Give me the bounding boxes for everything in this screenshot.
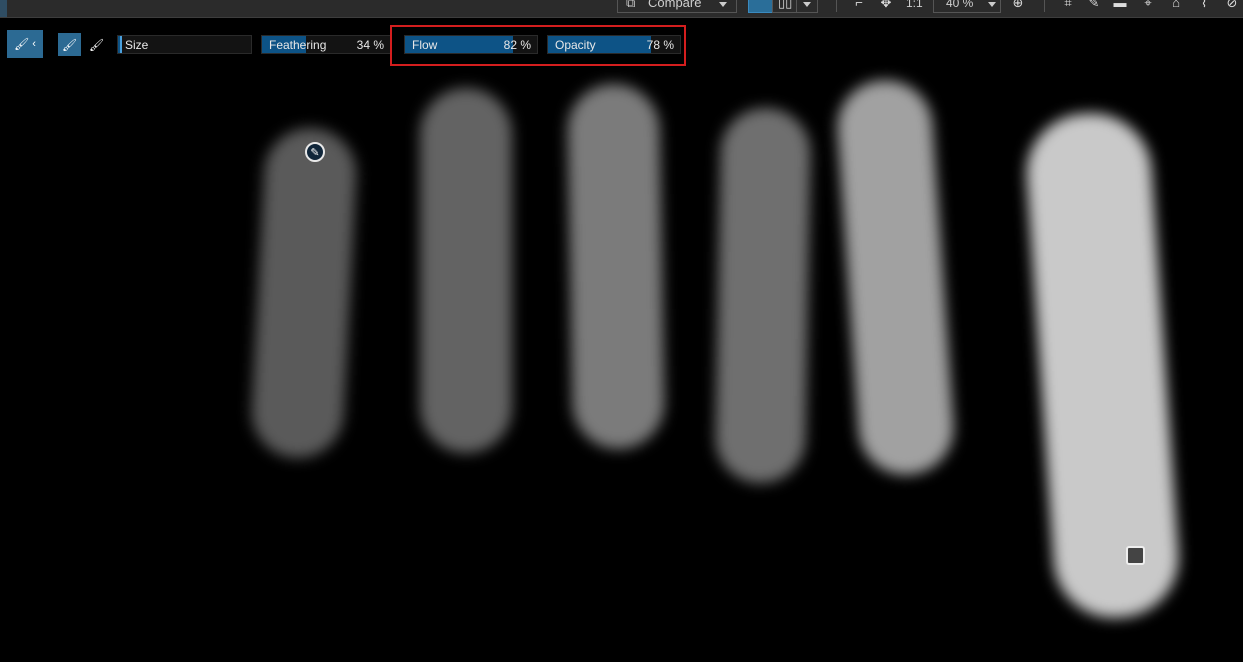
brush-stroke-2 — [420, 88, 512, 453]
chevron-left-icon: ‹ — [32, 38, 36, 50]
image-canvas[interactable] — [0, 68, 1243, 662]
toolbar-divider — [836, 0, 837, 12]
brush-erase-button[interactable]: 🖌 — [85, 33, 108, 56]
lasso-icon[interactable]: ⌇ — [1197, 0, 1211, 9]
eraser-icon[interactable]: ⊘ — [1225, 0, 1239, 9]
brush-cursor-icon: ✎ — [305, 142, 325, 162]
brush-stroke-6 — [1022, 109, 1183, 622]
mask-pin-icon[interactable] — [1126, 546, 1145, 565]
brush-stroke-4 — [714, 107, 812, 484]
node-icon[interactable]: ⌖ — [1141, 0, 1155, 9]
brush-stroke-1 — [249, 125, 359, 461]
polygon-icon[interactable]: ⌂ — [1169, 0, 1183, 9]
crop-icon[interactable]: ⌗ — [1061, 0, 1075, 9]
compare-button[interactable]: ⧉ Compare — [617, 0, 737, 13]
feathering-slider[interactable]: Feathering 34 % — [261, 35, 391, 54]
feathering-value: 34 % — [356, 38, 384, 52]
feathering-label: Feathering — [269, 38, 327, 52]
top-toolbar: ⧉ Compare ▯▯ ⌐ ✥ 1:1 40 % ⊕ ⌗ ✎ ▬ ⌖ ⌂ ⌇ … — [0, 0, 1243, 18]
size-slider-marker[interactable] — [120, 36, 122, 53]
chevron-down-icon — [803, 2, 811, 7]
pan-icon[interactable]: ✥ — [879, 0, 893, 9]
toolbar-accent — [0, 0, 7, 17]
pen-icon[interactable]: ✎ — [1087, 0, 1101, 9]
zoom-select[interactable]: 40 % — [933, 0, 1001, 13]
size-label: Size — [125, 38, 149, 52]
compare-label: Compare — [648, 0, 702, 10]
split-view-button[interactable]: ▯▯ — [772, 0, 798, 13]
brush-erase-icon: 🖌 — [88, 37, 105, 52]
compare-dropdown-icon[interactable] — [719, 2, 727, 7]
zoom-value: 40 % — [946, 0, 974, 10]
brush-add-button[interactable]: 🖌 — [58, 33, 81, 56]
brush-icon: 🖌 — [14, 37, 30, 51]
ratio-button[interactable]: 1:1 — [906, 0, 923, 13]
level-icon[interactable]: ▬ — [1113, 0, 1127, 9]
fit-screen-icon[interactable]: ⌐ — [852, 0, 866, 9]
brush-stroke-3 — [566, 83, 666, 450]
split-view-icon: ▯▯ — [778, 0, 793, 10]
flow-opacity-highlight-box — [390, 25, 686, 66]
zoom-dropdown-icon — [988, 2, 996, 7]
size-slider[interactable]: Size — [117, 35, 252, 54]
toolbar-divider-2 — [1044, 0, 1045, 12]
single-view-button[interactable] — [748, 0, 774, 13]
view-dropdown-button[interactable] — [796, 0, 818, 13]
editor-window: ⧉ Compare ▯▯ ⌐ ✥ 1:1 40 % ⊕ ⌗ ✎ ▬ ⌖ ⌂ ⌇ … — [0, 0, 1243, 662]
brush-tool-button[interactable]: 🖌 ‹ — [7, 30, 43, 58]
brush-add-icon: 🖌 — [61, 37, 78, 52]
brush-stroke-5 — [834, 77, 957, 478]
compare-icon: ⧉ — [626, 0, 636, 10]
zoom-in-icon[interactable]: ⊕ — [1011, 0, 1025, 9]
